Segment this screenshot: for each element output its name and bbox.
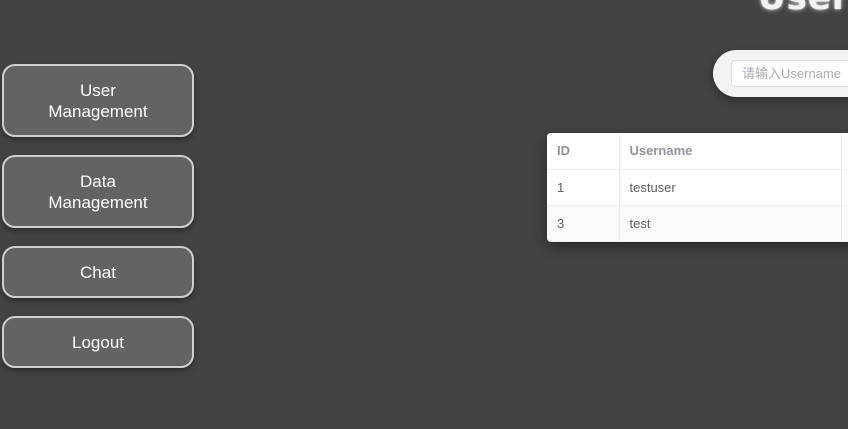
cell-id: 3 xyxy=(547,205,620,242)
search-input[interactable] xyxy=(731,60,848,87)
cell-id: 1 xyxy=(547,169,620,206)
page-title: User xyxy=(758,0,848,18)
table-row[interactable]: 3 test xyxy=(547,205,848,242)
chat-button[interactable]: Chat xyxy=(2,246,194,298)
chat-label: Chat xyxy=(80,262,116,282)
cell-extra xyxy=(841,205,848,242)
cell-username: testuser xyxy=(619,169,842,206)
data-management-label: Data Management xyxy=(48,171,148,212)
logout-button[interactable]: Logout xyxy=(2,316,194,368)
data-management-button[interactable]: Data Management xyxy=(2,155,194,228)
table-row[interactable]: 1 testuser xyxy=(547,169,848,206)
user-table-grid: ID Username 1 testuser 3 test xyxy=(547,133,848,242)
column-header-id: ID xyxy=(547,133,620,170)
table-header-row: ID Username xyxy=(547,133,848,170)
user-table: ID Username 1 testuser 3 test xyxy=(547,133,848,242)
user-management-button[interactable]: User Management xyxy=(2,64,194,137)
search-bar xyxy=(713,50,848,97)
user-management-label: User Management xyxy=(48,80,148,121)
column-header-username: Username xyxy=(619,133,842,170)
logout-label: Logout xyxy=(72,332,124,352)
page: User User Management Data Management Cha… xyxy=(0,0,848,429)
cell-username: test xyxy=(619,205,842,242)
cell-extra xyxy=(841,169,848,206)
column-header-extra xyxy=(841,133,848,170)
